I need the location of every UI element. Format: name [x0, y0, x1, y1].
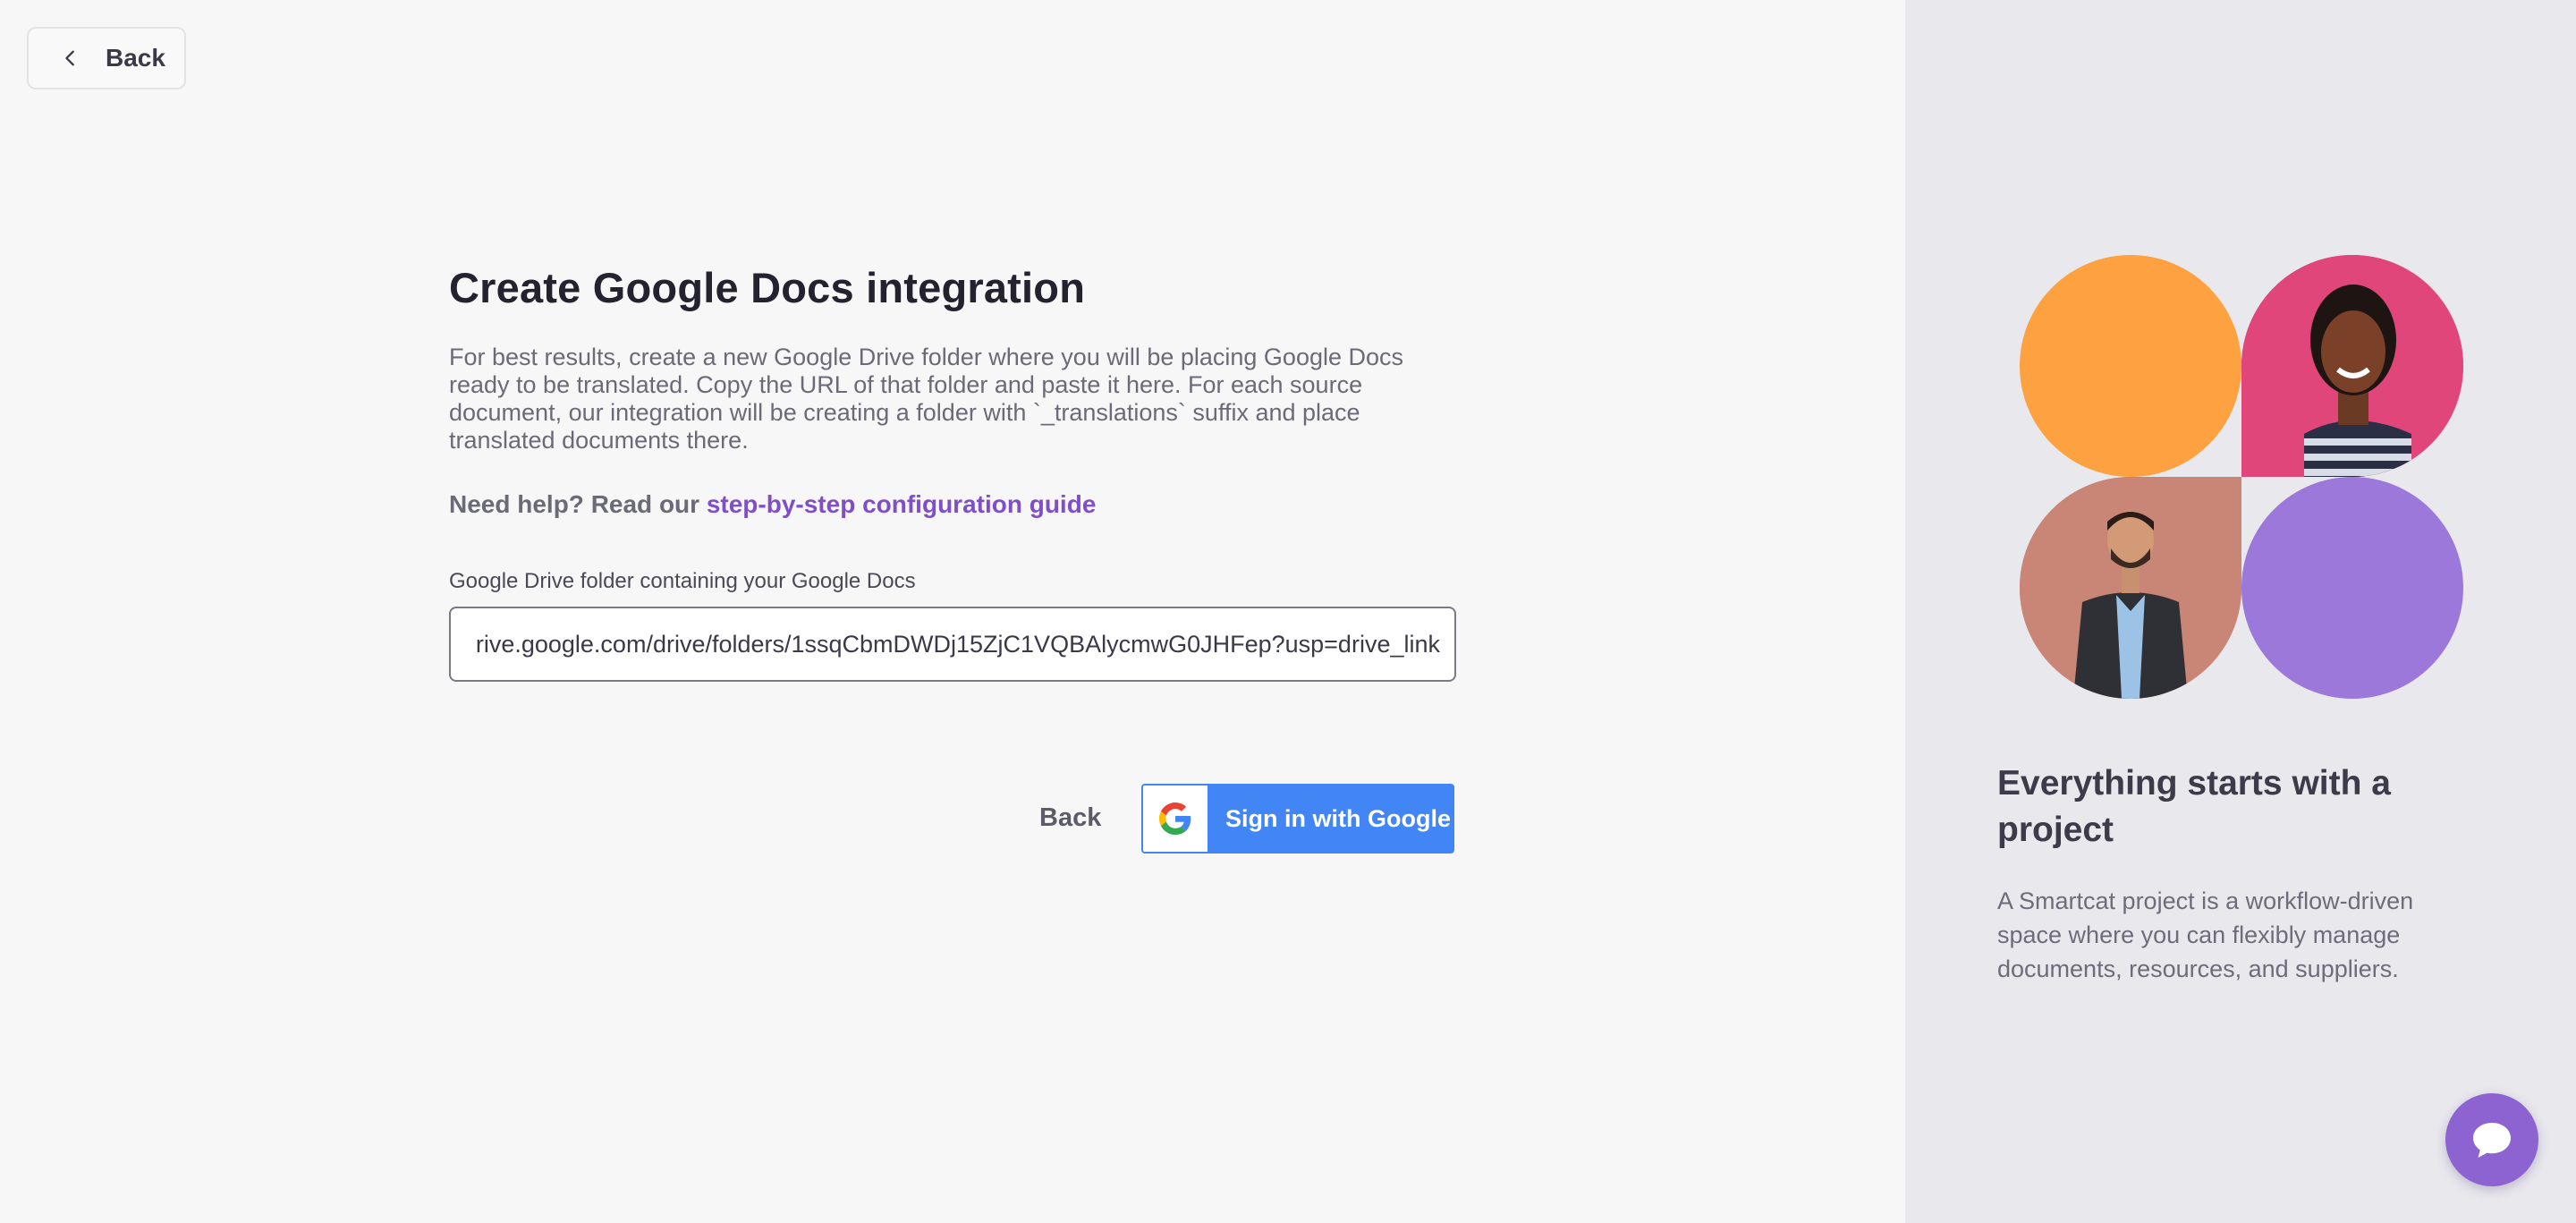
sign-in-with-google-button[interactable]: Sign in with Google [1141, 784, 1454, 854]
purple-circle [2241, 477, 2463, 699]
top-back-button[interactable]: Back [27, 27, 186, 89]
woman-portrait [2241, 255, 2463, 477]
main-panel: Back Create Google Docs integration For … [0, 0, 1905, 1223]
promo-title: Everything starts with a project [1997, 764, 2391, 849]
configuration-guide-link[interactable]: step-by-step configuration guide [707, 490, 1097, 518]
man-portrait-image [2020, 477, 2241, 699]
top-back-label: Back [106, 44, 165, 72]
help-text: Need help? Read our step-by-step configu… [449, 490, 1456, 519]
google-logo-box [1143, 786, 1208, 852]
help-prefix: Need help? Read our [449, 490, 707, 518]
google-button-label: Sign in with Google [1225, 804, 1451, 832]
promo-text: A Smartcat project is a workflow-driven … [1997, 888, 2414, 982]
page-title: Create Google Docs integration [449, 264, 1086, 311]
folder-url-input[interactable] [449, 607, 1456, 682]
back-button[interactable]: Back [1039, 803, 1101, 833]
chevron-left-icon [65, 50, 74, 66]
form-actions: Back Sign in with Google [449, 784, 1456, 855]
orange-circle [2020, 255, 2241, 477]
woman-portrait-image [2241, 255, 2463, 477]
folder-field-wrapper: rive.google.com/drive/folders/1ssqCbmDWD… [449, 594, 1456, 682]
chat-widget-button[interactable] [2445, 1093, 2538, 1186]
integration-form: Create Google Docs integration For best … [449, 259, 1456, 682]
form-description: For best results, create a new Google Dr… [449, 344, 1404, 454]
people-collage [2020, 255, 2463, 699]
man-portrait [2020, 477, 2241, 699]
folder-field-label: Google Drive folder containing your Goog… [449, 569, 916, 593]
chat-bubble-icon [2473, 1123, 2511, 1158]
google-g-icon [1159, 803, 1191, 835]
